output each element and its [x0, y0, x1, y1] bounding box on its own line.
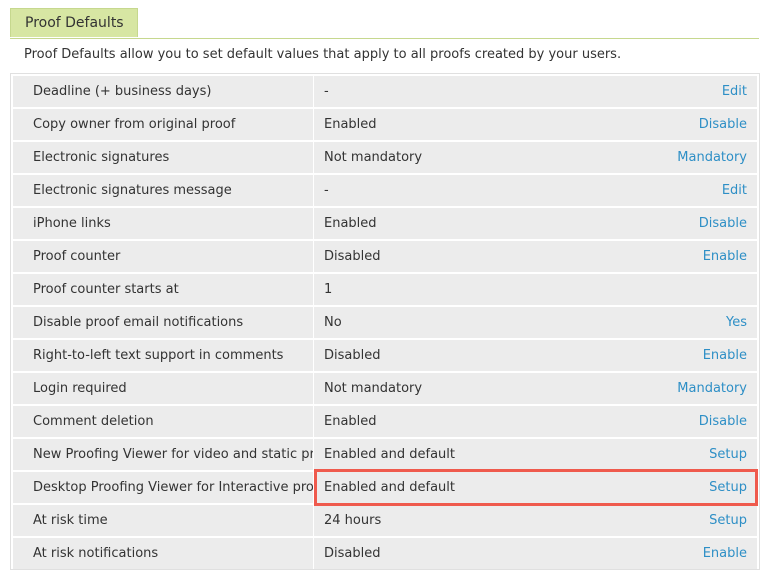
setting-label: Deadline (+ business days): [13, 76, 313, 107]
setting-value: Disabled: [324, 348, 381, 363]
setting-label: Desktop Proofing Viewer for Interactive …: [13, 472, 313, 503]
disable-copy-owner-link[interactable]: Disable: [699, 109, 747, 140]
setting-label: Proof counter starts at: [13, 274, 313, 305]
edit-signatures-message-link[interactable]: Edit: [722, 175, 747, 206]
setting-value-cell: 24 hours Setup: [314, 505, 757, 536]
enable-at-risk-notifications-link[interactable]: Enable: [703, 538, 747, 569]
setting-value: Disabled: [324, 249, 381, 264]
setting-value: Not mandatory: [324, 150, 423, 165]
setting-value: -: [324, 183, 329, 198]
edit-deadline-link[interactable]: Edit: [722, 76, 747, 107]
enable-rtl-support-link[interactable]: Enable: [703, 340, 747, 371]
setting-value-cell: Enabled Disable: [314, 208, 757, 239]
setting-label: Electronic signatures message: [13, 175, 313, 206]
proof-defaults-table: Deadline (+ business days) - Edit Copy o…: [10, 73, 760, 570]
tab-bar: Proof Defaults: [10, 8, 759, 39]
section-description: Proof Defaults allow you to set default …: [24, 47, 622, 62]
table-row: Comment deletion Enabled Disable: [13, 405, 757, 438]
setting-value: -: [324, 84, 329, 99]
setting-value-cell: Not mandatory Mandatory: [314, 142, 757, 173]
setting-label: Copy owner from original proof: [13, 109, 313, 140]
table-row: Disable proof email notifications No Yes: [13, 306, 757, 339]
setting-label: iPhone links: [13, 208, 313, 239]
setting-label: Disable proof email notifications: [13, 307, 313, 338]
table-row: At risk time 24 hours Setup: [13, 504, 757, 537]
table-row: Electronic signatures message - Edit: [13, 174, 757, 207]
disable-email-notifications-yes-link[interactable]: Yes: [726, 307, 747, 338]
enable-proof-counter-link[interactable]: Enable: [703, 241, 747, 272]
setting-label: Login required: [13, 373, 313, 404]
setting-value-cell: Disabled Enable: [314, 538, 757, 569]
table-row: Proof counter Disabled Enable: [13, 240, 757, 273]
table-row: New Proofing Viewer for video and static…: [13, 438, 757, 471]
table-row: Login required Not mandatory Mandatory: [13, 372, 757, 405]
table-row: iPhone links Enabled Disable: [13, 207, 757, 240]
setting-value-cell: Enabled and default Setup: [314, 472, 757, 503]
table-row: Right-to-left text support in comments D…: [13, 339, 757, 372]
tab-proof-defaults[interactable]: Proof Defaults: [10, 8, 138, 37]
setting-value: Enabled and default: [324, 480, 455, 495]
setting-value-cell: Disabled Enable: [314, 340, 757, 371]
table-row: Proof counter starts at 1: [13, 273, 757, 306]
setting-value: Enabled: [324, 216, 377, 231]
mandatory-signatures-link[interactable]: Mandatory: [677, 142, 747, 173]
table-row: Copy owner from original proof Enabled D…: [13, 108, 757, 141]
disable-iphone-links-link[interactable]: Disable: [699, 208, 747, 239]
setting-value: No: [324, 315, 342, 330]
setting-label: At risk time: [13, 505, 313, 536]
setting-value-cell: Enabled and default Setup: [314, 439, 757, 470]
setup-new-proofing-viewer-link[interactable]: Setup: [709, 439, 747, 470]
setting-value-cell: 1: [314, 274, 757, 305]
setting-value-cell: Enabled Disable: [314, 406, 757, 437]
setting-value: Disabled: [324, 546, 381, 561]
setup-desktop-proofing-viewer-link[interactable]: Setup: [709, 472, 747, 503]
table-row: At risk notifications Disabled Enable: [13, 537, 757, 570]
mandatory-login-link[interactable]: Mandatory: [677, 373, 747, 404]
setting-value-cell: - Edit: [314, 76, 757, 107]
setting-value: Enabled: [324, 414, 377, 429]
setting-value: 1: [324, 282, 333, 297]
setting-value-cell: No Yes: [314, 307, 757, 338]
setting-value-cell: Disabled Enable: [314, 241, 757, 272]
setting-value: Enabled and default: [324, 447, 455, 462]
setting-label: New Proofing Viewer for video and static…: [13, 439, 313, 470]
setting-value: Not mandatory: [324, 381, 423, 396]
table-row: Deadline (+ business days) - Edit: [13, 75, 757, 108]
setting-label: Proof counter: [13, 241, 313, 272]
disable-comment-deletion-link[interactable]: Disable: [699, 406, 747, 437]
setting-label: Right-to-left text support in comments: [13, 340, 313, 371]
setting-label: Electronic signatures: [13, 142, 313, 173]
setup-at-risk-time-link[interactable]: Setup: [709, 505, 747, 536]
table-row: Electronic signatures Not mandatory Mand…: [13, 141, 757, 174]
table-row: Desktop Proofing Viewer for Interactive …: [13, 471, 757, 504]
setting-label: Comment deletion: [13, 406, 313, 437]
setting-value-cell: - Edit: [314, 175, 757, 206]
setting-label: At risk notifications: [13, 538, 313, 569]
setting-value-cell: Not mandatory Mandatory: [314, 373, 757, 404]
setting-value: Enabled: [324, 117, 377, 132]
setting-value-cell: Enabled Disable: [314, 109, 757, 140]
setting-value: 24 hours: [324, 513, 382, 528]
